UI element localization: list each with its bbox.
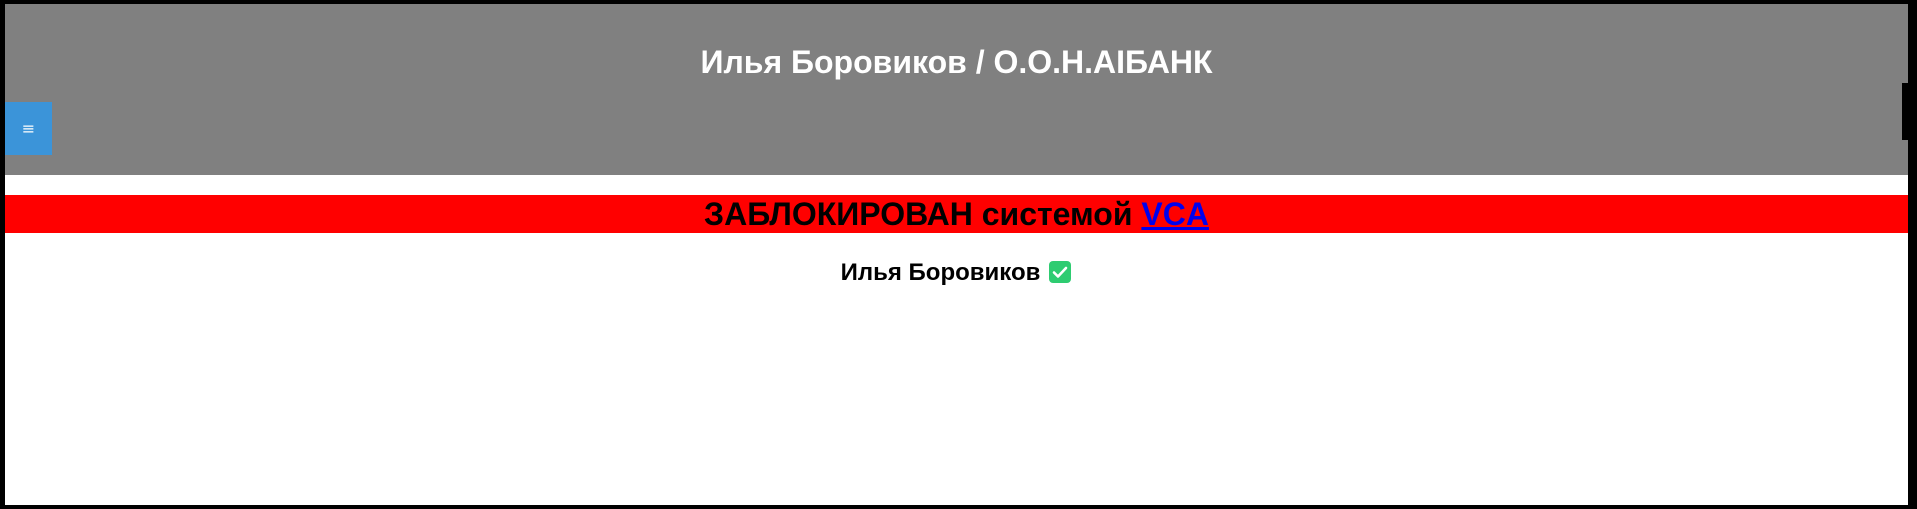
vca-link[interactable]: VCA <box>1141 196 1209 232</box>
checkbox-checked-icon <box>1048 260 1072 284</box>
header: Илья Боровиков / О.О.Н.AIБАНК ≡ <box>5 4 1908 175</box>
page: Илья Боровиков / О.О.Н.AIБАНК ≡ ЗАБЛОКИР… <box>5 4 1908 505</box>
user-name-row: Илья Боровиков <box>5 258 1908 288</box>
user-name: Илья Боровиков <box>840 259 1041 286</box>
page-title: Илья Боровиков / О.О.Н.AIБАНК <box>700 44 1213 80</box>
blocked-banner: ЗАБЛОКИРОВАН системой VCA <box>5 195 1908 233</box>
blocked-banner-text: ЗАБЛОКИРОВАН системой <box>704 196 1142 232</box>
header-edge-divider <box>1902 83 1908 140</box>
menu-toggle-button[interactable]: ≡ <box>5 102 52 155</box>
